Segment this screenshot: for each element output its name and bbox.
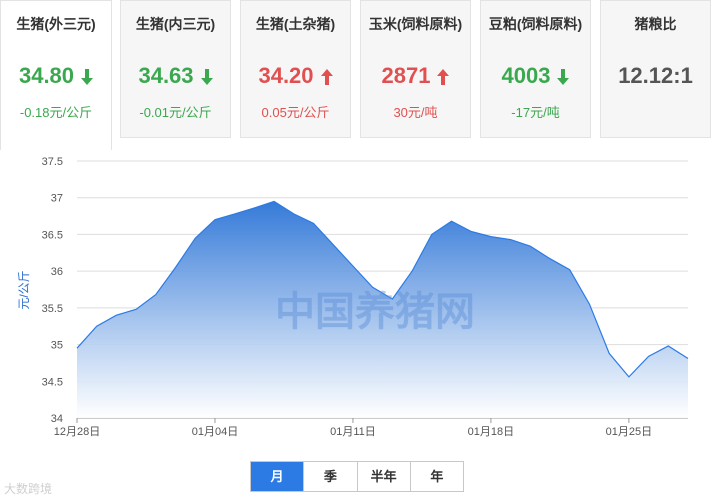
y-tick-label: 37.5 <box>42 156 63 168</box>
arrow-up-icon <box>320 69 333 86</box>
tab-quarter[interactable]: 季 <box>304 462 358 491</box>
price-chart: 34 34.5 35 35.5 36 36.5 37 37.5 中国养猪网 12月28日 01月… <box>0 150 717 440</box>
card-name: 猪粮比 <box>634 16 677 32</box>
card-pig-grain-ratio[interactable]: 猪粮比 12.12:1 <box>600 0 711 138</box>
card-change: -0.18元/公斤 <box>19 105 93 120</box>
card-name: 生猪(内三元) <box>135 16 216 32</box>
card-price: 2871 <box>361 63 470 89</box>
card-pig-tuzazhu[interactable]: 生猪(土杂猪) 34.20 0.05元/公斤 <box>240 0 351 138</box>
card-price: 12.12:1 <box>618 63 693 88</box>
arrow-down-icon <box>81 69 94 86</box>
arrow-up-icon <box>437 69 450 86</box>
card-price: 34.63 <box>121 63 230 89</box>
y-tick-label: 36.5 <box>42 229 63 241</box>
tab-year[interactable]: 年 <box>411 462 463 491</box>
card-name: 豆粕(饲料原料) <box>488 16 583 32</box>
card-name: 生猪(外三元) <box>16 16 96 32</box>
price-cards: 生猪(外三元) 34.80 -0.18元/公斤 生猪(内三元) 34.63 -0… <box>0 0 717 150</box>
y-tick-label: 37 <box>51 193 63 205</box>
x-tick-label: 01月25日 <box>606 426 652 438</box>
y-tick-label: 34 <box>51 413 63 425</box>
y-axis-label: 元/公斤 <box>17 270 31 309</box>
x-tick-label: 01月04日 <box>192 426 238 438</box>
tab-half-year[interactable]: 半年 <box>358 462 411 491</box>
card-name: 玉米(饲料原料) <box>368 16 463 32</box>
card-price: 4003 <box>481 63 590 89</box>
card-soybean-meal[interactable]: 豆粕(饲料原料) 4003 -17元/吨 <box>480 0 591 138</box>
y-tick-label: 35.5 <box>42 303 63 315</box>
x-tick-label: 12月28日 <box>54 426 100 438</box>
chart-svg: 34 34.5 35 35.5 36 36.5 37 37.5 中国养猪网 12月28日 01月… <box>17 156 689 438</box>
period-tabs: 月 季 半年 年 <box>250 461 464 492</box>
y-tick-label: 36 <box>51 266 63 278</box>
corner-watermark: 大数跨境 <box>4 482 53 496</box>
y-tick-label: 34.5 <box>42 376 63 388</box>
card-price: 34.80 <box>1 63 111 89</box>
watermark-text: 中国养猪网 <box>275 289 475 335</box>
tab-month[interactable]: 月 <box>251 462 305 491</box>
y-tick-label: 35 <box>51 340 63 352</box>
card-change: -17元/吨 <box>511 105 560 120</box>
card-change: 30元/吨 <box>393 105 438 120</box>
card-corn[interactable]: 玉米(饲料原料) 2871 30元/吨 <box>360 0 471 138</box>
card-change: -0.01元/公斤 <box>139 105 212 120</box>
x-tick-label: 01月18日 <box>468 426 514 438</box>
x-tick-label: 01月11日 <box>330 426 376 438</box>
card-name: 生猪(土杂猪) <box>255 16 336 32</box>
card-price: 34.20 <box>241 63 350 89</box>
card-pig-neisanyuan[interactable]: 生猪(内三元) 34.63 -0.01元/公斤 <box>120 0 231 138</box>
card-change: 0.05元/公斤 <box>261 105 330 120</box>
arrow-down-icon <box>200 69 213 86</box>
arrow-down-icon <box>557 69 570 86</box>
card-pig-waisanyuan[interactable]: 生猪(外三元) 34.80 -0.18元/公斤 <box>0 0 112 150</box>
